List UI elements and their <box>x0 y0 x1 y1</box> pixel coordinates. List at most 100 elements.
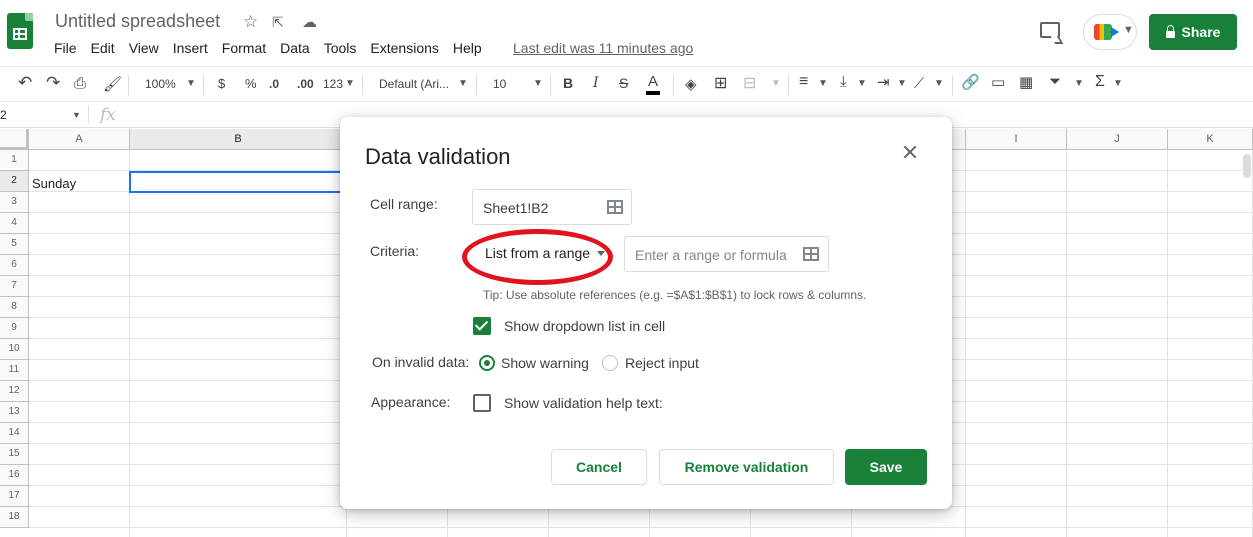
criteria-label: Criteria: <box>370 243 420 259</box>
row-header-6[interactable]: 6 <box>0 255 29 276</box>
row-header-1[interactable]: 1 <box>0 150 29 171</box>
annotation-highlight-ellipse <box>462 229 613 285</box>
bold-button[interactable]: B <box>563 75 573 91</box>
reject-input-radio[interactable] <box>602 355 618 371</box>
row-header-10[interactable]: 10 <box>0 339 29 360</box>
column-header-a[interactable]: A <box>29 129 130 150</box>
menu-edit[interactable]: Edit <box>91 40 115 56</box>
comments-icon[interactable] <box>1040 22 1060 38</box>
redo-icon[interactable]: ↷ <box>46 73 60 93</box>
select-all-corner[interactable] <box>0 129 29 150</box>
functions-icon[interactable]: Σ <box>1095 73 1105 91</box>
menu-insert[interactable]: Insert <box>173 40 208 56</box>
font-size-select[interactable]: 10 <box>493 77 506 91</box>
percent-format-button[interactable]: % <box>245 76 257 91</box>
column-header-i[interactable]: I <box>966 129 1067 150</box>
fill-color-icon[interactable]: ◈ <box>685 75 697 93</box>
row-header-17[interactable]: 17 <box>0 486 29 507</box>
text-rotation-icon[interactable]: ⟋ <box>914 75 924 92</box>
italic-button[interactable]: I <box>593 75 599 91</box>
column-gridline <box>1167 150 1168 537</box>
row-header-12[interactable]: 12 <box>0 381 29 402</box>
print-icon[interactable]: ⎙ <box>74 75 86 92</box>
row-header-11[interactable]: 11 <box>0 360 29 381</box>
decrease-decimal-button[interactable]: .0 <box>269 77 279 91</box>
row-header-18[interactable]: 18 <box>0 507 29 528</box>
name-box[interactable]: 2 <box>0 108 7 122</box>
undo-icon[interactable]: ↶ <box>18 73 32 93</box>
align-horizontal-icon[interactable]: ≡ <box>799 73 808 91</box>
menu-file[interactable]: File <box>54 40 77 56</box>
menu-help[interactable]: Help <box>453 40 482 56</box>
select-range-icon[interactable] <box>607 200 623 214</box>
filter-icon[interactable]: ⏷ <box>1049 73 1061 90</box>
row-header-7[interactable]: 7 <box>0 276 29 297</box>
dialog-title: Data validation <box>365 144 511 169</box>
menu-tools[interactable]: Tools <box>324 40 357 56</box>
text-wrapping-icon[interactable]: ⇥ <box>877 73 890 91</box>
column-header-b[interactable]: B <box>130 129 347 150</box>
align-vertical-icon[interactable]: ⤓ <box>840 73 847 90</box>
menu-view[interactable]: View <box>129 40 159 56</box>
meet-camera-icon <box>1094 24 1119 40</box>
help-text-checkbox[interactable] <box>473 394 491 412</box>
show-warning-label: Show warning <box>501 355 589 371</box>
row-header-14[interactable]: 14 <box>0 423 29 444</box>
select-range-icon[interactable] <box>803 247 819 261</box>
save-button[interactable]: Save <box>845 449 927 485</box>
row-header-2[interactable]: 2 <box>0 171 29 192</box>
close-icon[interactable] <box>902 144 918 160</box>
insert-chart-icon[interactable]: ▦ <box>1019 73 1033 91</box>
paint-format-icon[interactable]: 🖌 <box>103 75 122 93</box>
criteria-range-input[interactable]: Enter a range or formula <box>624 236 829 272</box>
column-header-j[interactable]: J <box>1067 129 1168 150</box>
help-text-label: Show validation help text: <box>504 395 663 411</box>
column-gridline <box>1066 150 1067 537</box>
chevron-down-icon: ▼ <box>1123 24 1134 36</box>
currency-format-button[interactable]: $ <box>218 76 225 91</box>
insert-comment-icon[interactable]: ▭ <box>991 73 1005 91</box>
merge-cells-icon[interactable]: ⊟ <box>743 73 756 93</box>
cell-range-input[interactable]: Sheet1!B2 <box>472 189 632 225</box>
row-header-9[interactable]: 9 <box>0 318 29 339</box>
show-dropdown-checkbox[interactable] <box>473 317 491 335</box>
strikethrough-button[interactable]: S <box>619 75 628 91</box>
text-color-button[interactable]: A <box>646 73 661 95</box>
criteria-range-placeholder: Enter a range or formula <box>635 247 787 263</box>
last-edit-link[interactable]: Last edit was 11 minutes ago <box>513 40 693 56</box>
menu-format[interactable]: Format <box>222 40 266 56</box>
move-folder-icon[interactable]: ⇱ <box>272 14 284 31</box>
row-header-15[interactable]: 15 <box>0 444 29 465</box>
menu-data[interactable]: Data <box>280 40 310 56</box>
borders-icon[interactable]: ⊞ <box>714 73 727 93</box>
cell-a2[interactable]: Sunday <box>32 176 76 191</box>
vertical-scrollbar[interactable] <box>1243 154 1251 178</box>
share-button[interactable]: Share <box>1149 14 1237 50</box>
selected-cell-b2[interactable] <box>129 171 349 193</box>
chevron-down-icon: ▼ <box>818 78 828 89</box>
font-select[interactable]: Default (Ari... <box>379 77 449 91</box>
chevron-down-icon: ▼ <box>72 110 81 120</box>
meet-button[interactable]: ▼ <box>1083 14 1137 50</box>
menu-extensions[interactable]: Extensions <box>370 40 438 56</box>
increase-decimal-button[interactable]: .00 <box>297 77 314 91</box>
remove-validation-button[interactable]: Remove validation <box>659 449 834 485</box>
zoom-select[interactable]: 100% <box>145 77 176 91</box>
row-header-3[interactable]: 3 <box>0 192 29 213</box>
row-header-8[interactable]: 8 <box>0 297 29 318</box>
star-icon[interactable]: ☆ <box>243 12 258 32</box>
show-warning-radio[interactable] <box>479 355 495 371</box>
sheets-logo-icon[interactable] <box>7 13 33 49</box>
row-header-13[interactable]: 13 <box>0 402 29 423</box>
cloud-status-icon[interactable]: ☁ <box>302 13 317 31</box>
document-title[interactable]: Untitled spreadsheet <box>55 11 220 32</box>
chevron-down-icon: ▼ <box>771 78 781 89</box>
chevron-down-icon: ▼ <box>533 78 543 89</box>
column-header-k[interactable]: K <box>1168 129 1253 150</box>
insert-link-icon[interactable]: 🔗 <box>961 73 980 91</box>
more-formats-button[interactable]: 123 <box>323 77 343 91</box>
cancel-button[interactable]: Cancel <box>551 449 647 485</box>
row-header-4[interactable]: 4 <box>0 213 29 234</box>
row-header-16[interactable]: 16 <box>0 465 29 486</box>
row-header-5[interactable]: 5 <box>0 234 29 255</box>
